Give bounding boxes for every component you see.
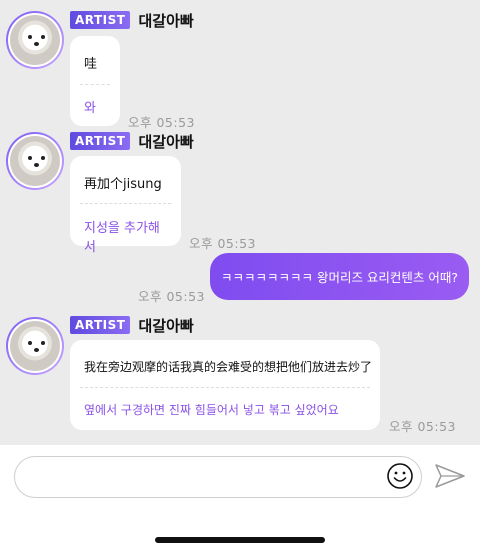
chat-area[interactable]: ARTIST 대갈아빠 哇 와 오후 05:53 ARTIST 대갈아빠 再加个… — [0, 0, 480, 445]
avatar[interactable] — [6, 317, 64, 375]
artist-badge: ARTIST — [70, 132, 131, 150]
artist-name: 대갈아빠 — [138, 11, 194, 30]
composer-bar — [0, 445, 480, 552]
artist-name: 대갈아빠 — [138, 316, 194, 335]
translated-text: 옆에서 구경하면 진짜 힘들어서 넣고 볶고 싶었어요 — [84, 403, 339, 417]
outgoing-bubble[interactable]: ㅋㅋㅋㅋㅋㅋㅋㅋ 왕머리즈 요리컨텐츠 어때? — [210, 253, 469, 300]
artist-badge: ARTIST — [70, 316, 131, 334]
original-text: 我在旁边观摩的话我真的会难受的想把他们放进去炒了 — [84, 360, 373, 374]
message-bubble[interactable]: 我在旁边观摩的话我真的会难受的想把他们放进去炒了 옆에서 구경하면 진짜 힘들어… — [70, 340, 380, 430]
timestamp: 오후 05:53 — [189, 236, 256, 251]
artist-name: 대갈아빠 — [138, 132, 194, 151]
avatar[interactable] — [6, 132, 64, 190]
dog-photo — [10, 321, 60, 371]
avatar[interactable] — [6, 11, 64, 69]
artist-badge: ARTIST — [70, 11, 131, 29]
send-icon[interactable] — [434, 462, 466, 490]
message-input[interactable] — [14, 456, 422, 498]
original-text: 哇 — [84, 57, 98, 72]
smiley-icon[interactable] — [386, 462, 414, 490]
original-text: 再加个jisung — [84, 177, 162, 192]
dog-photo — [10, 136, 60, 186]
translated-text: 와 — [84, 101, 96, 116]
message-bubble[interactable]: 哇 와 — [70, 36, 120, 126]
message-header: ARTIST 대갈아빠 — [70, 9, 194, 31]
dog-photo — [10, 15, 60, 65]
home-indicator — [155, 537, 325, 543]
timestamp: 오후 05:53 — [128, 115, 195, 130]
timestamp: 오후 05:53 — [389, 419, 456, 434]
timestamp: 오후 05:53 — [138, 289, 205, 304]
translated-text: 지성을 추가해서 — [84, 221, 160, 255]
message-bubble[interactable]: 再加个jisung 지성을 추가해서 — [70, 156, 181, 255]
message-header: ARTIST 대갈아빠 — [70, 314, 194, 336]
message-header: ARTIST 대갈아빠 — [70, 130, 194, 152]
